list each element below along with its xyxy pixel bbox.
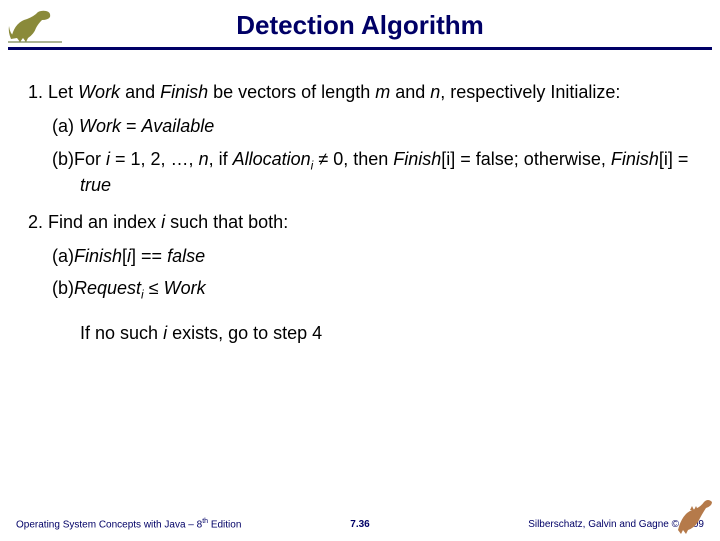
finish-var: Finish: [611, 149, 659, 169]
false-val: false: [167, 246, 205, 266]
title-underline: [8, 47, 712, 50]
n-var: n: [430, 82, 440, 102]
t: , if: [209, 149, 233, 169]
true-val: true: [80, 175, 111, 195]
t: ] ==: [131, 246, 167, 266]
step1-num: 1.: [28, 82, 43, 102]
step-1a: (a) Work = Available: [28, 114, 692, 138]
dinosaur-icon: [6, 4, 64, 44]
t: [i] = false; otherwise,: [441, 149, 611, 169]
t: Let: [48, 82, 78, 102]
finish-var: Finish: [393, 149, 441, 169]
t: ≤: [144, 278, 164, 298]
t: and: [390, 82, 430, 102]
step-1b: (b)For i = 1, 2, …, n, if Allocationi ≠ …: [28, 147, 692, 198]
available-var: Available: [142, 116, 215, 136]
t: be vectors of length: [208, 82, 375, 102]
step-2a: (a)Finish[i] == false: [28, 244, 692, 268]
finish-var: Finish: [74, 246, 122, 266]
t: , respectively Initialize:: [440, 82, 620, 102]
slide-title: Detection Algorithm: [0, 10, 720, 41]
t: =: [121, 116, 142, 136]
t: [i] =: [659, 149, 689, 169]
allocation-var: Allocation: [233, 149, 311, 169]
label-1a: (a): [52, 116, 79, 136]
t: and: [120, 82, 160, 102]
dinosaur-corner-icon: [672, 492, 716, 536]
slide-body: 1. Let Work and Finish be vectors of len…: [0, 64, 720, 345]
m-var: m: [375, 82, 390, 102]
t: exists, go to step 4: [167, 323, 322, 343]
step-2: 2. Find an index i such that both:: [28, 210, 692, 234]
label-1b: (b): [52, 149, 74, 169]
t: ≠ 0, then: [313, 149, 393, 169]
slide-header: Detection Algorithm: [0, 0, 720, 64]
work-var: Work: [79, 116, 121, 136]
finish-var: Finish: [160, 82, 208, 102]
request-var: Request: [74, 278, 141, 298]
n-var: n: [199, 149, 209, 169]
step-2-note: If no such i exists, go to step 4: [28, 321, 692, 345]
label-2a: (a): [52, 246, 74, 266]
label-2b: (b): [52, 278, 74, 298]
step-1: 1. Let Work and Finish be vectors of len…: [28, 80, 692, 104]
t: If no such: [80, 323, 163, 343]
t: For: [74, 149, 106, 169]
work-var: Work: [164, 278, 206, 298]
work-var: Work: [78, 82, 120, 102]
t: = 1, 2, …,: [110, 149, 199, 169]
t: such that both:: [165, 212, 288, 232]
step-2b: (b)Requesti ≤ Work: [28, 276, 692, 303]
t: Find an index: [48, 212, 161, 232]
step2-num: 2.: [28, 212, 43, 232]
